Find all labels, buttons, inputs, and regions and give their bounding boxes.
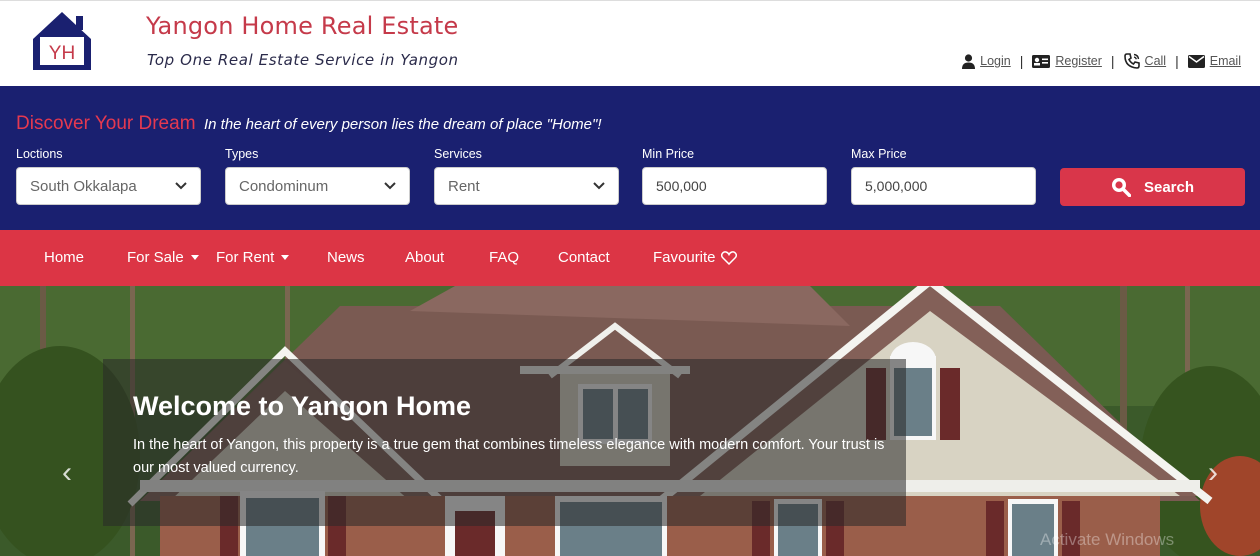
type-select[interactable]: Condominum	[225, 167, 410, 205]
email-link[interactable]: Email	[1187, 54, 1241, 68]
nav-for-rent-label: For Rent	[216, 249, 275, 266]
carousel-prev-button[interactable]: ‹	[62, 456, 72, 490]
search-headline: Discover Your Dream In the heart of ever…	[16, 113, 602, 135]
min-price-input[interactable]: 500,000	[642, 167, 827, 205]
carousel-next-button[interactable]: ›	[1208, 456, 1218, 490]
chevron-down-icon	[384, 182, 396, 190]
call-link[interactable]: Call	[1123, 53, 1167, 69]
search-panel: Discover Your Dream In the heart of ever…	[0, 86, 1260, 230]
location-label: Loctions	[16, 147, 63, 161]
service-label: Services	[434, 147, 482, 161]
nav-home-label: Home	[44, 249, 85, 266]
separator: |	[1175, 53, 1179, 69]
service-select[interactable]: Rent	[434, 167, 619, 205]
hero-carousel: Welcome to Yangon Home In the heart of Y…	[0, 286, 1260, 556]
page: YH Yangon Home Real Estate Top One Real …	[0, 0, 1260, 556]
search-button[interactable]: Search	[1060, 168, 1245, 206]
caret-down-icon	[281, 255, 290, 260]
search-icon	[1111, 178, 1131, 197]
min-price-label: Min Price	[642, 147, 695, 161]
subheadline-text: In the heart of every person lies the dr…	[203, 116, 602, 133]
service-value: Rent	[448, 177, 480, 195]
service-field: Services Rent	[434, 147, 619, 205]
location-select[interactable]: South Okkalapa	[16, 167, 201, 205]
max-price-input[interactable]: 5,000,000	[851, 167, 1036, 205]
separator: |	[1019, 53, 1024, 69]
nav-contact[interactable]: Contact	[558, 249, 610, 266]
auth-links: Login | Register | Call | Email	[962, 53, 1241, 69]
min-price-value: 500,000	[656, 178, 707, 194]
hero-title: Welcome to Yangon Home	[133, 391, 472, 421]
register-label: Register	[1055, 54, 1102, 68]
nav-faq-label: FAQ	[489, 249, 520, 266]
heart-icon	[720, 250, 737, 265]
max-price-field: Max Price 5,000,000	[851, 147, 1036, 205]
max-price-value: 5,000,000	[865, 178, 928, 194]
header: YH Yangon Home Real Estate Top One Real …	[0, 0, 1260, 86]
nav-home[interactable]: Home	[44, 249, 84, 266]
nav-for-rent[interactable]: For Rent	[216, 249, 290, 266]
search-button-label: Search	[1143, 178, 1195, 196]
user-icon	[962, 53, 976, 69]
headline-text: Discover Your Dream	[16, 113, 196, 134]
main-nav: Home For Sale For Rent News About FAQ Co…	[0, 230, 1260, 286]
envelope-icon	[1187, 54, 1205, 68]
nav-news-label: News	[327, 249, 365, 266]
site-title[interactable]: Yangon Home Real Estate	[146, 12, 458, 40]
nav-news[interactable]: News	[327, 249, 365, 266]
separator: |	[1110, 53, 1115, 69]
chevron-down-icon	[175, 182, 187, 190]
site-tagline: Top One Real Estate Service in Yangon	[147, 51, 459, 69]
phone-icon	[1123, 53, 1140, 69]
logo-house-icon[interactable]: YH	[31, 10, 93, 72]
nav-faq[interactable]: FAQ	[489, 249, 519, 266]
nav-about-label: About	[405, 249, 445, 266]
nav-favourite[interactable]: Favourite	[653, 249, 737, 266]
email-label: Email	[1209, 54, 1241, 68]
nav-favourite-label: Favourite	[653, 249, 716, 266]
hero-description: In the heart of Yangon, this property is…	[133, 437, 885, 476]
type-label: Types	[225, 147, 259, 161]
login-link[interactable]: Login	[962, 53, 1011, 69]
register-link[interactable]: Register	[1032, 54, 1102, 68]
call-label: Call	[1144, 54, 1167, 68]
svg-text:YH: YH	[49, 43, 75, 64]
max-price-label: Max Price	[851, 147, 907, 161]
login-label: Login	[980, 54, 1011, 68]
nav-contact-label: Contact	[558, 249, 610, 266]
caret-down-icon	[190, 255, 199, 260]
min-price-field: Min Price 500,000	[642, 147, 827, 205]
type-field: Types Condominum	[225, 147, 410, 205]
nav-for-sale-label: For Sale	[127, 249, 184, 266]
nav-about[interactable]: About	[405, 249, 444, 266]
location-value: South Okkalapa	[30, 177, 137, 195]
chevron-down-icon	[593, 182, 605, 190]
id-card-icon	[1032, 54, 1051, 68]
nav-for-sale[interactable]: For Sale	[127, 249, 199, 266]
location-field: Loctions South Okkalapa	[16, 147, 201, 205]
type-value: Condominum	[239, 177, 329, 195]
windows-activation-watermark: Activate Windows	[1040, 530, 1175, 549]
